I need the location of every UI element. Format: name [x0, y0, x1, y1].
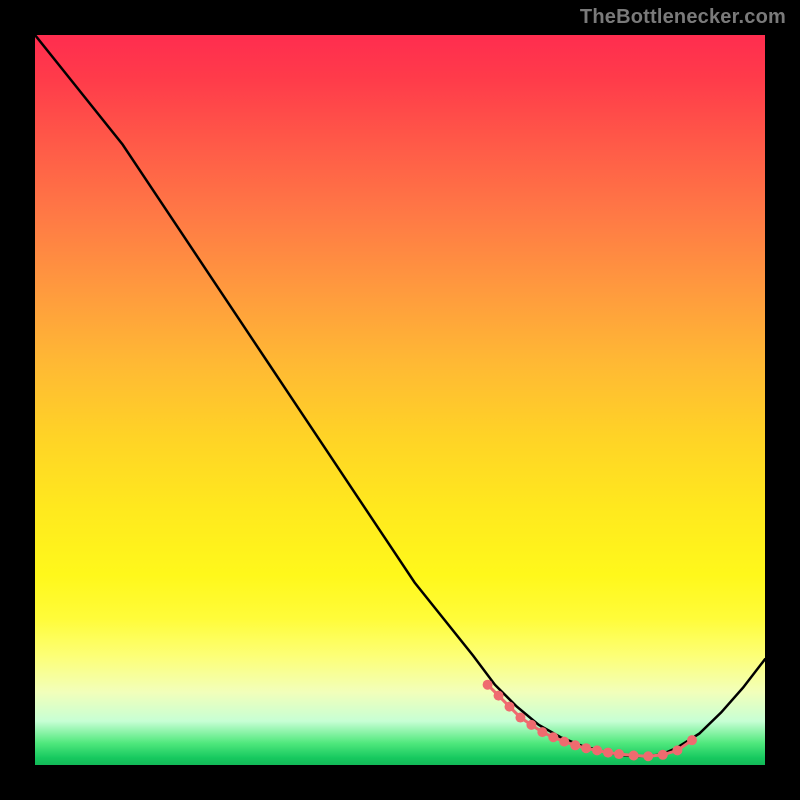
- marker-dot: [505, 702, 515, 712]
- marker-dot: [581, 743, 591, 753]
- marker-dot: [614, 749, 624, 759]
- marker-dot: [643, 751, 653, 761]
- marker-dot: [494, 691, 504, 701]
- chart-svg: [35, 35, 765, 765]
- marker-dot: [526, 720, 536, 730]
- marker-dot: [559, 737, 569, 747]
- marker-dot: [592, 745, 602, 755]
- marker-dot: [603, 748, 613, 758]
- bottleneck-curve: [35, 35, 765, 756]
- marker-dot: [537, 727, 547, 737]
- marker-dot: [687, 735, 697, 745]
- marker-dot: [672, 745, 682, 755]
- marker-dot: [658, 750, 668, 760]
- marker-dot: [515, 713, 525, 723]
- marker-dot: [483, 680, 493, 690]
- watermark-text: TheBottlenecker.com: [580, 6, 786, 29]
- marker-dot: [629, 751, 639, 761]
- plot-area: [35, 35, 765, 765]
- marker-dot: [548, 732, 558, 742]
- marker-dot: [570, 740, 580, 750]
- chart-frame: TheBottlenecker.com: [0, 0, 800, 800]
